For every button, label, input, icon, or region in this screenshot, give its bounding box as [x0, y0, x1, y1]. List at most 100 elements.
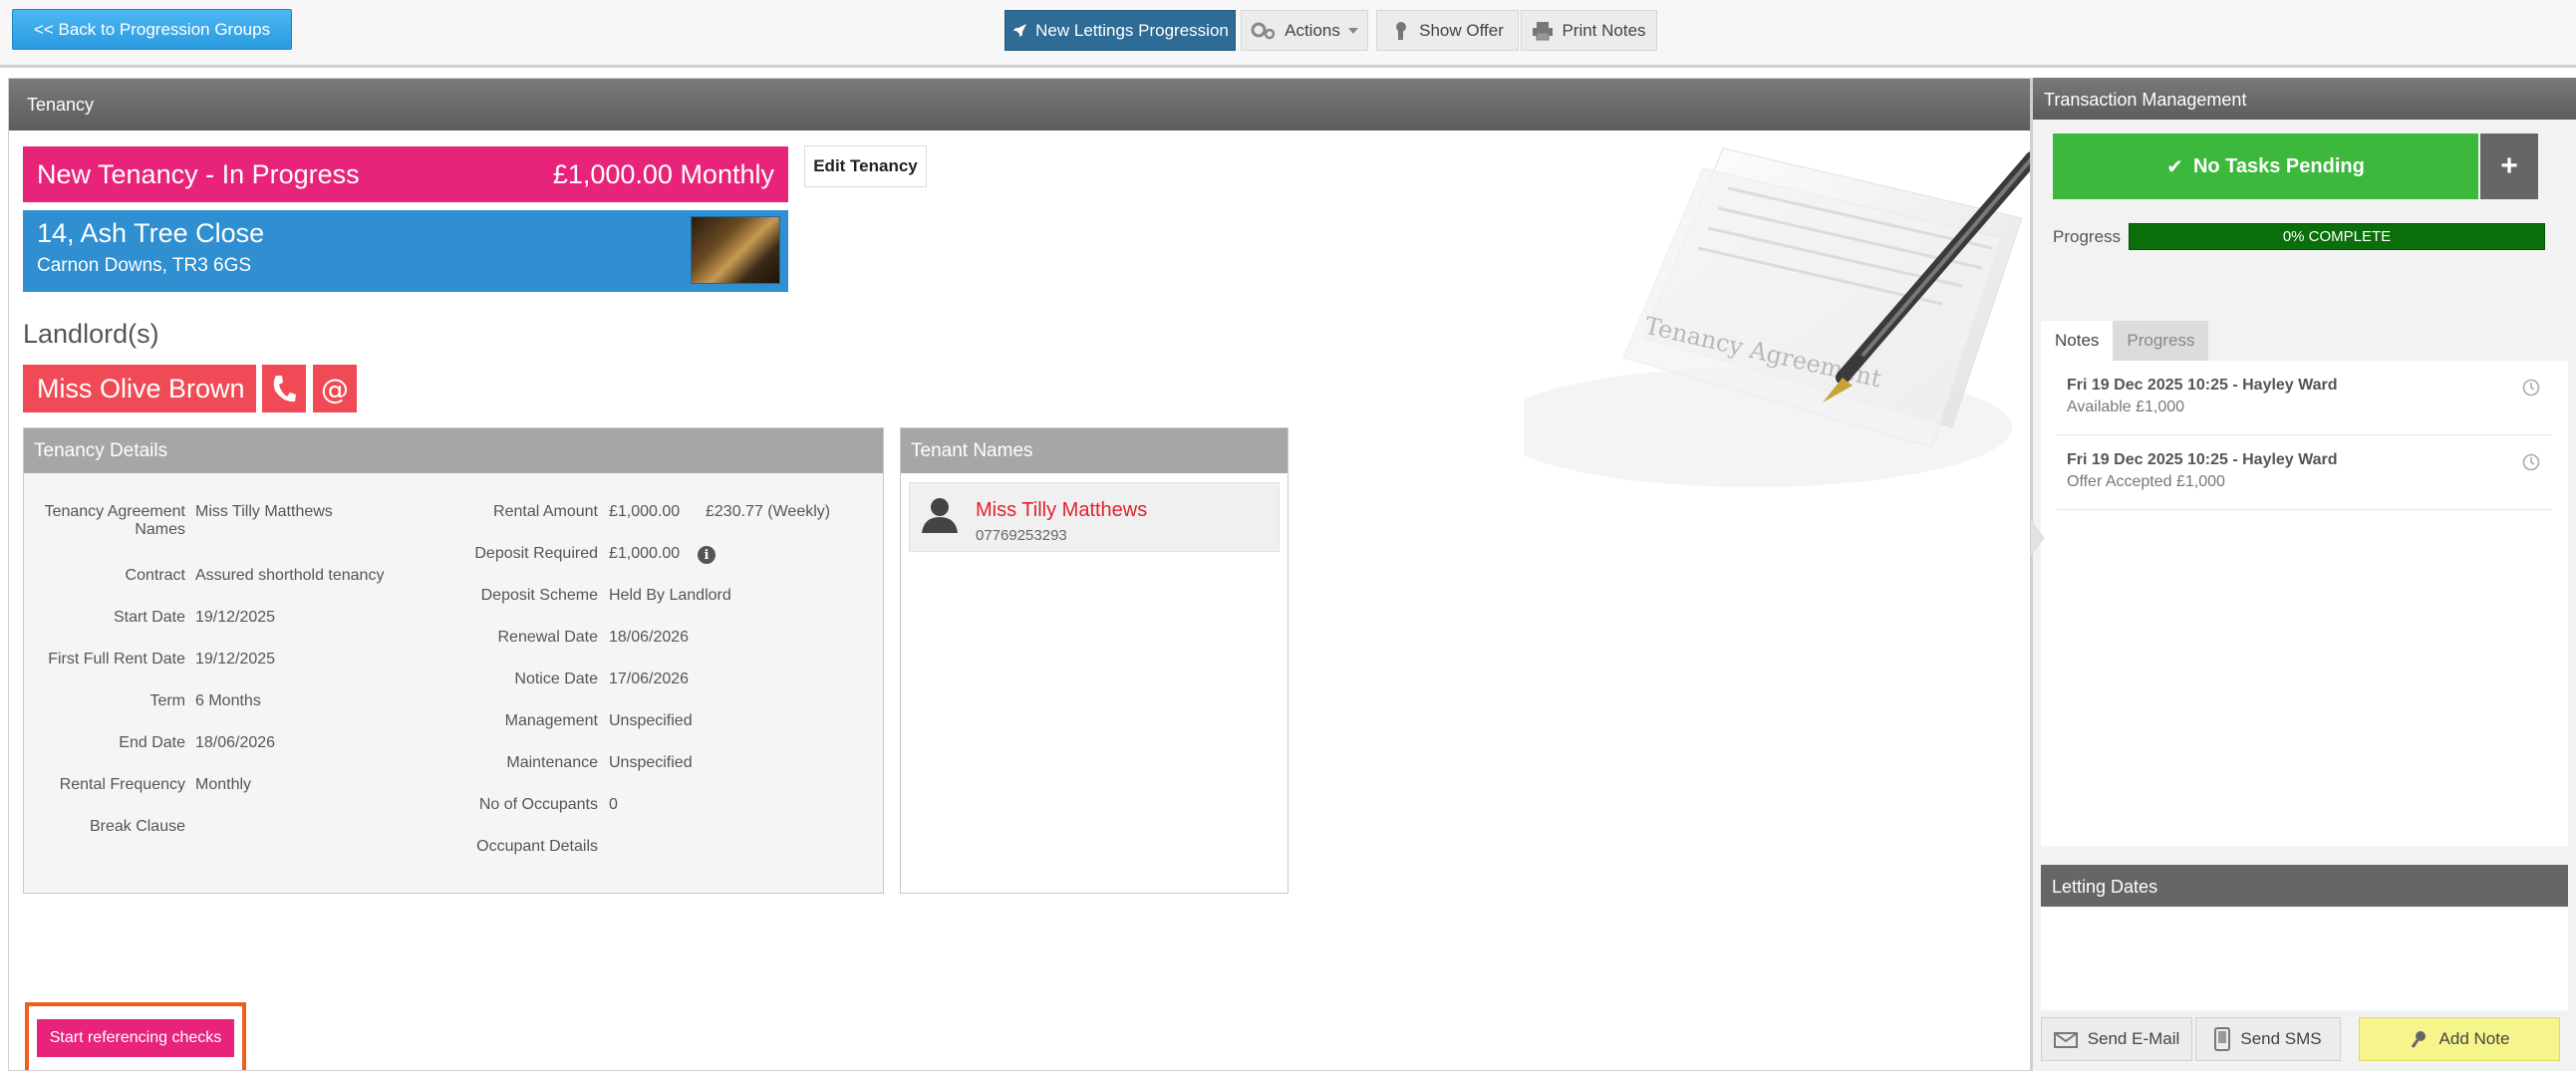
tasks-label: No Tasks Pending — [2192, 154, 2365, 177]
envelope-icon — [2053, 1032, 2078, 1048]
print-notes-button[interactable]: Print Notes — [1521, 10, 1657, 51]
back-button-label: << Back to Progression Groups — [33, 19, 271, 39]
show-offer-button[interactable]: Show Offer — [1376, 10, 1519, 51]
new-progression-label: New Lettings Progression — [1035, 20, 1229, 40]
property-thumbnail[interactable] — [691, 216, 780, 284]
landlord-email-button[interactable]: @ — [313, 365, 357, 412]
plus-icon: + — [2500, 149, 2518, 182]
gears-icon — [1251, 22, 1276, 39]
field-label: Start Date — [113, 609, 185, 626]
phone-icon — [273, 376, 296, 403]
field-value: Held By Landlord — [609, 587, 731, 604]
letting-dates-box: Letting Dates — [2041, 865, 2568, 1010]
tenancy-header-label: Tenancy — [27, 95, 95, 115]
show-offer-label: Show Offer — [1419, 20, 1504, 40]
new-lettings-progression-button[interactable]: New Lettings Progression — [1004, 10, 1236, 51]
send-email-button[interactable]: Send E-Mail — [2041, 1017, 2192, 1061]
field-label: End Date — [119, 734, 185, 751]
field-value: Monthly — [195, 776, 252, 793]
progress-text: 0% COMPLETE — [2282, 228, 2392, 245]
check-icon: ✔ — [2166, 154, 2183, 178]
field-label: Maintenance — [506, 754, 598, 771]
landlord-phone-button[interactable] — [262, 365, 306, 412]
field-value: Unspecified — [609, 754, 693, 771]
top-toolbar: << Back to Progression Groups New Lettin… — [0, 0, 2576, 68]
field-value: 0 — [609, 796, 618, 813]
tenant-name-link[interactable]: Miss Tilly Matthews — [976, 499, 1147, 522]
note-title: Fri 19 Dec 2025 10:25 - Hayley Ward — [2067, 451, 2338, 468]
actions-dropdown[interactable]: Actions — [1241, 10, 1368, 51]
field-value: 18/06/2026 — [609, 629, 690, 646]
field-value: Miss Tilly Matthews — [195, 503, 333, 520]
add-task-button[interactable]: + — [2480, 134, 2538, 199]
tab-progress-label: Progress — [2127, 331, 2195, 350]
tenant-names-box: Tenant Names Miss Tilly Matthews 0776925… — [900, 427, 1288, 894]
list-item[interactable]: Fri 19 Dec 2025 10:25 - Hayley Ward Avai… — [2057, 361, 2552, 435]
no-tasks-pending-button[interactable]: ✔ No Tasks Pending — [2053, 134, 2478, 199]
field-label: Rental Frequency — [59, 776, 185, 793]
print-notes-label: Print Notes — [1562, 20, 1646, 40]
clock-icon — [2522, 379, 2540, 397]
caret-down-icon — [1347, 27, 1358, 34]
rent-summary: £1,000.00 Monthly — [552, 158, 774, 189]
panel-toggle-arrow-icon[interactable] — [2031, 520, 2045, 556]
back-to-progression-groups-button[interactable]: << Back to Progression Groups — [12, 9, 292, 50]
field-label: Deposit Required — [474, 545, 598, 562]
field-label: Term — [149, 692, 185, 709]
landlord-name: Miss Olive Brown — [37, 373, 245, 404]
info-icon[interactable]: i — [698, 546, 716, 564]
field-value: £1,000.00 — [609, 503, 681, 520]
field-label: Rental Amount — [493, 503, 598, 520]
field-value: 6 Months — [195, 692, 261, 709]
field-value: Assured shorthold tenancy — [195, 567, 385, 584]
property-address-banner[interactable]: 14, Ash Tree Close Carnon Downs, TR3 6GS — [23, 210, 788, 292]
letting-dates-header: Letting Dates — [2041, 865, 2568, 907]
clock-icon — [2522, 453, 2540, 471]
tab-progress[interactable]: Progress — [2113, 321, 2209, 361]
landlords-title: Landlord(s) — [23, 319, 159, 349]
pin-icon — [2411, 1031, 2426, 1048]
tenancy-details-box: Tenancy Details Tenancy Agreement Names … — [23, 427, 884, 894]
field-label: Management — [504, 712, 598, 729]
tenancy-status-banner: New Tenancy - In Progress £1,000.00 Mont… — [23, 146, 788, 202]
transaction-header: Transaction Management — [2033, 78, 2576, 120]
start-referencing-checks-button[interactable]: Start referencing checks — [37, 1019, 234, 1057]
person-icon — [922, 498, 958, 533]
note-title: Fri 19 Dec 2025 10:25 - Hayley Ward — [2067, 377, 2338, 394]
edit-tenancy-label: Edit Tenancy — [813, 156, 918, 175]
notes-tabs: Notes Progress — [2041, 321, 2209, 361]
weekly-rent-value: £230.77 (Weekly) — [706, 503, 831, 520]
tenant-card[interactable]: Miss Tilly Matthews 07769253293 — [909, 482, 1280, 552]
tenancy-status: New Tenancy - In Progress — [37, 158, 360, 189]
tab-notes-label: Notes — [2055, 331, 2100, 350]
field-label: Break Clause — [89, 818, 185, 835]
tenant-phone: 07769253293 — [976, 527, 1067, 544]
progress-bar: 0% COMPLETE — [2129, 223, 2545, 250]
rocket-icon — [1013, 23, 1027, 37]
transaction-management-panel: Transaction Management ✔ No Tasks Pendin… — [2033, 78, 2576, 1071]
field-value: £1,000.00 — [609, 545, 681, 562]
add-note-button[interactable]: Add Note — [2359, 1017, 2560, 1061]
landlord-name-button[interactable]: Miss Olive Brown — [23, 365, 256, 412]
field-label: Renewal Date — [497, 629, 599, 646]
note-detail: Available £1,000 — [2067, 399, 2185, 415]
field-value: 19/12/2025 — [195, 651, 276, 668]
list-item[interactable]: Fri 19 Dec 2025 10:25 - Hayley Ward Offe… — [2057, 435, 2552, 510]
tenancy-panel: Tenancy Tenancy Agreement New Tenancy - … — [8, 78, 2031, 1071]
transaction-header-label: Transaction Management — [2044, 90, 2247, 110]
field-value: 18/06/2026 — [195, 734, 276, 751]
edit-tenancy-button[interactable]: Edit Tenancy — [804, 145, 927, 187]
field-label: Contract — [125, 567, 185, 584]
send-sms-button[interactable]: Send SMS — [2195, 1017, 2341, 1061]
progress-label: Progress — [2053, 227, 2122, 246]
field-label: Occupant Details — [476, 838, 598, 855]
start-referencing-highlight: Start referencing checks — [25, 1002, 246, 1070]
send-sms-label: Send SMS — [2240, 1029, 2322, 1048]
mobile-phone-icon — [2214, 1027, 2231, 1051]
field-label: Notice Date — [514, 671, 598, 687]
tenancy-details-header: Tenancy Details — [24, 428, 883, 473]
tab-notes[interactable]: Notes — [2041, 321, 2114, 361]
tenancy-agreement-graphic: Tenancy Agreement — [1524, 147, 2030, 487]
send-email-label: Send E-Mail — [2087, 1029, 2180, 1048]
field-value: 17/06/2026 — [609, 671, 690, 687]
